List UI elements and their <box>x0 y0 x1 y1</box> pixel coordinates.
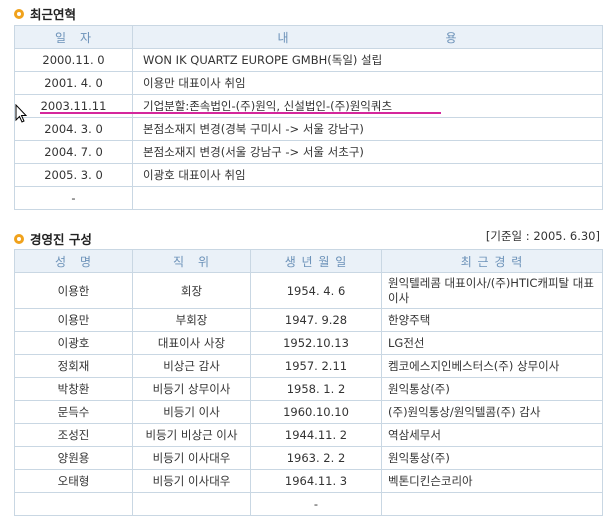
highlight-underline <box>40 112 441 114</box>
member-career: 원익통상(주) <box>381 377 603 401</box>
member-career <box>381 492 603 516</box>
member-position: 부회장 <box>132 308 251 332</box>
member-name: 박창환 <box>14 377 133 401</box>
member-birth: 1960.10.10 <box>250 400 382 424</box>
member-position: 대표이사 사장 <box>132 331 251 355</box>
member-name: 이용만 <box>14 308 133 332</box>
management-header-birth: 생 년 월 일 <box>250 249 382 273</box>
member-position: 비등기 이사대우 <box>132 469 251 493</box>
history-content: 기업분할:존속법인-(주)원익, 신설법인-(주)원익쿼츠 <box>132 94 603 118</box>
table-row: 2005. 3. 0 이광호 대표이사 취임 <box>14 163 603 187</box>
member-position: 비상근 감사 <box>132 354 251 378</box>
member-career: 원익텔레콤 대표이사/(주)HTIC캐피탈 대표이사 <box>381 272 603 309</box>
member-career: 원익통상(주) <box>381 446 603 470</box>
member-career: 한양주택 <box>381 308 603 332</box>
member-career: 벡톤디킨슨코리아 <box>381 469 603 493</box>
table-row: 2004. 7. 0 본점소재지 변경(서울 강남구 -> 서울 서초구) <box>14 140 603 164</box>
history-header-content: 내 용 <box>132 25 603 49</box>
management-table: 성 명 직 위 생 년 월 일 최 근 경 력 이용한 회장 1954. 4. … <box>14 249 603 516</box>
history-date: 2003.11.11 <box>14 94 133 118</box>
table-row: 조성진 비등기 비상근 이사 1944.11. 2 역삼세무서 <box>14 423 603 447</box>
history-date: 2001. 4. 0 <box>14 71 133 95</box>
member-position: 비등기 이사대우 <box>132 446 251 470</box>
history-date: 2004. 7. 0 <box>14 140 133 164</box>
history-date: 2004. 3. 0 <box>14 117 133 141</box>
member-career: 켐코에스지인베스터스(주) 상무이사 <box>381 354 603 378</box>
member-birth: 1954. 4. 6 <box>250 272 382 309</box>
history-content: 본점소재지 변경(경북 구미시 -> 서울 강남구) <box>132 117 603 141</box>
member-name: 문득수 <box>14 400 133 424</box>
table-row: - <box>14 186 603 210</box>
management-header-position: 직 위 <box>132 249 251 273</box>
management-title: 경영진 구성 <box>30 232 92 247</box>
table-row: 2003.11.11 기업분할:존속법인-(주)원익, 신설법인-(주)원익쿼츠 <box>14 94 603 118</box>
member-position: 비등기 상무이사 <box>132 377 251 401</box>
mouse-cursor-icon <box>15 104 28 123</box>
member-career: 역삼세무서 <box>381 423 603 447</box>
member-birth: 1957. 2.11 <box>250 354 382 378</box>
member-name: 정회재 <box>14 354 133 378</box>
table-row: 2000.11. 0 WON IK QUARTZ EUROPE GMBH(독일) … <box>14 48 603 72</box>
table-row: - <box>14 492 603 516</box>
member-birth: - <box>250 492 382 516</box>
table-row: 문득수 비등기 이사 1960.10.10 (주)원익통상/원익텔콤(주) 감사 <box>14 400 603 424</box>
member-name <box>14 492 133 516</box>
member-birth: 1947. 9.28 <box>250 308 382 332</box>
history-date: 2000.11. 0 <box>14 48 133 72</box>
history-header-date: 일 자 <box>14 25 133 49</box>
member-birth: 1958. 1. 2 <box>250 377 382 401</box>
member-position: 비등기 비상근 이사 <box>132 423 251 447</box>
orange-bullet-icon <box>14 233 24 244</box>
member-name: 이용한 <box>14 272 133 309</box>
member-name: 조성진 <box>14 423 133 447</box>
management-header-row: 성 명 직 위 생 년 월 일 최 근 경 력 <box>14 249 603 273</box>
history-title: 최근연혁 <box>30 7 77 22</box>
history-content: 본점소재지 변경(서울 강남구 -> 서울 서초구) <box>132 140 603 164</box>
history-date: 2005. 3. 0 <box>14 163 133 187</box>
history-header-row: 일 자 내 용 <box>14 25 603 49</box>
management-header-career: 최 근 경 력 <box>381 249 603 273</box>
management-header-name: 성 명 <box>14 249 133 273</box>
member-career: LG전선 <box>381 331 603 355</box>
table-row: 양원용 비등기 이사대우 1963. 2. 2 원익통상(주) <box>14 446 603 470</box>
history-section-title: 최근연혁 <box>14 4 76 23</box>
management-section-title: 경영진 구성 <box>14 229 92 248</box>
member-position: 회장 <box>132 272 251 309</box>
table-row: 2004. 3. 0 본점소재지 변경(경북 구미시 -> 서울 강남구) <box>14 117 603 141</box>
member-position: 비등기 이사 <box>132 400 251 424</box>
table-row: 박창환 비등기 상무이사 1958. 1. 2 원익통상(주) <box>14 377 603 401</box>
member-birth: 1952.10.13 <box>250 331 382 355</box>
member-birth: 1944.11. 2 <box>250 423 382 447</box>
member-birth: 1963. 2. 2 <box>250 446 382 470</box>
reference-date: [기준일 : 2005. 6.30] <box>485 229 600 243</box>
table-row: 정회재 비상근 감사 1957. 2.11 켐코에스지인베스터스(주) 상무이사 <box>14 354 603 378</box>
table-row: 이용만 부회장 1947. 9.28 한양주택 <box>14 308 603 332</box>
member-birth: 1964.11. 3 <box>250 469 382 493</box>
history-content: WON IK QUARTZ EUROPE GMBH(독일) 설립 <box>132 48 603 72</box>
history-table: 일 자 내 용 2000.11. 0 WON IK QUARTZ EUROPE G… <box>14 25 603 210</box>
member-name: 이광호 <box>14 331 133 355</box>
history-content: 이용만 대표이사 취임 <box>132 71 603 95</box>
history-content: 이광호 대표이사 취임 <box>132 163 603 187</box>
member-name: 오태형 <box>14 469 133 493</box>
member-position <box>132 492 251 516</box>
orange-bullet-icon <box>14 8 24 19</box>
history-content <box>132 186 603 210</box>
table-row: 2001. 4. 0 이용만 대표이사 취임 <box>14 71 603 95</box>
member-career: (주)원익통상/원익텔콤(주) 감사 <box>381 400 603 424</box>
table-row: 이용한 회장 1954. 4. 6 원익텔레콤 대표이사/(주)HTIC캐피탈 … <box>14 272 603 309</box>
history-date: - <box>14 186 133 210</box>
table-row: 이광호 대표이사 사장 1952.10.13 LG전선 <box>14 331 603 355</box>
table-row: 오태형 비등기 이사대우 1964.11. 3 벡톤디킨슨코리아 <box>14 469 603 493</box>
member-name: 양원용 <box>14 446 133 470</box>
